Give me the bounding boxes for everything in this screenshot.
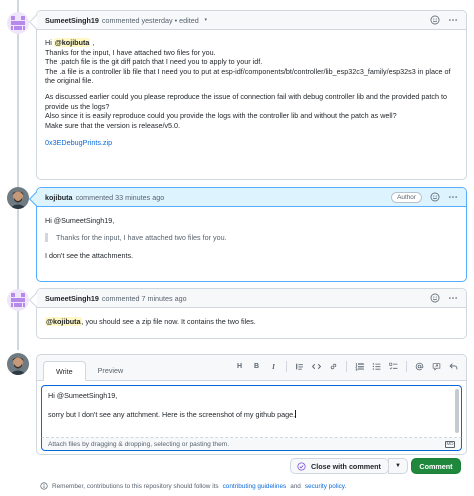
note-and: and xyxy=(290,482,301,490)
greeting-suffix: , xyxy=(92,38,95,47)
ordered-list-icon[interactable] xyxy=(355,361,364,372)
toolbar-divider xyxy=(286,361,287,372)
note-prefix: Remember, contributions to this reposito… xyxy=(52,482,219,490)
comment-textarea[interactable]: Hi @SumeetSingh19, sorry but I don't see… xyxy=(41,385,462,438)
bold-icon[interactable]: B xyxy=(252,361,261,372)
quote-block: Thanks for the input, I have attached tw… xyxy=(45,232,458,243)
comment-3: SumeetSingh19 commented 7 minutes ago @k… xyxy=(36,288,467,339)
kebab-horizontal-icon[interactable] xyxy=(448,293,458,303)
cross-reference-icon[interactable] xyxy=(432,361,441,372)
task-list-icon[interactable] xyxy=(389,361,398,372)
body-line: As discussed earlier could you please re… xyxy=(45,91,447,111)
info-icon xyxy=(40,482,48,490)
avatar-sumeetsingh19[interactable] xyxy=(7,289,29,311)
comment-1: SumeetSingh19 commented yesterday • edit… xyxy=(36,10,467,180)
comment-meta[interactable]: commented 33 minutes ago xyxy=(76,193,165,202)
attach-files-bar[interactable]: Attach files by dragging & dropping, sel… xyxy=(41,438,462,451)
comment-meta[interactable]: commented yesterday • edited xyxy=(102,16,199,25)
contributing-guidelines-link[interactable]: contributing guidelines xyxy=(223,483,287,490)
heading-icon[interactable]: H xyxy=(235,361,244,372)
smiley-icon[interactable] xyxy=(430,192,440,202)
comment-author[interactable]: SumeetSingh19 xyxy=(45,294,99,303)
user-photo-icon xyxy=(7,187,29,209)
comment-author[interactable]: kojibuta xyxy=(45,193,73,202)
text-caret xyxy=(295,410,297,419)
smiley-icon[interactable] xyxy=(430,15,440,25)
comment-button[interactable]: Comment xyxy=(411,458,461,474)
mention[interactable]: @kojibuta xyxy=(53,38,91,47)
body-line: Make sure that the version is release/v5… xyxy=(45,120,181,130)
note-suffix: . xyxy=(344,482,347,490)
body-text: I don't see the attachments. xyxy=(45,251,134,261)
quote-icon[interactable] xyxy=(295,361,304,372)
identicon-icon xyxy=(7,289,29,311)
body-line: The .a file is a controller lib file tha… xyxy=(45,66,451,86)
body-text: , you should see a zip file now. It cont… xyxy=(81,317,256,326)
body-line: Thanks for the input, I have attached tw… xyxy=(45,47,216,57)
security-policy-link[interactable]: security policy xyxy=(305,483,345,490)
markdown-toolbar: H B I xyxy=(235,361,458,372)
comment-2: kojibuta commented 33 minutes ago Author… xyxy=(36,187,467,282)
attach-hint: Attach files by dragging & dropping, sel… xyxy=(48,440,230,448)
comment-header: SumeetSingh19 commented 7 minutes ago xyxy=(37,289,466,308)
triangle-down-icon: ▼ xyxy=(395,463,401,469)
comment-body: @kojibuta, you should see a zip file now… xyxy=(37,308,466,338)
close-with-comment-button[interactable]: Close with comment xyxy=(290,458,389,474)
unordered-list-icon[interactable] xyxy=(372,361,381,372)
textarea-line: sorry but I don't see any attchment. Her… xyxy=(48,410,296,420)
close-with-comment-label: Close with comment xyxy=(311,461,381,471)
attachment-link[interactable]: 0x3EDebugPrints.zip xyxy=(45,138,112,147)
greeting-text: Hi xyxy=(45,38,52,47)
avatar-kojibuta[interactable] xyxy=(7,187,29,209)
comment-author[interactable]: SumeetSingh19 xyxy=(45,16,99,25)
author-badge: Author xyxy=(391,191,422,203)
body-line: The .patch file is the git diff patch th… xyxy=(45,57,263,67)
smiley-icon[interactable] xyxy=(430,293,440,303)
italic-icon[interactable]: I xyxy=(269,361,278,372)
comment-meta[interactable]: commented 7 minutes ago xyxy=(102,294,187,303)
toolbar-divider xyxy=(406,361,407,372)
comment-header: SumeetSingh19 commented yesterday • edit… xyxy=(37,11,466,30)
comment-editor: Write Preview H B I Hi @SumeetSingh19, s… xyxy=(36,354,467,455)
tab-write[interactable]: Write xyxy=(43,361,86,381)
body-line: Also since it is easily reproduce could … xyxy=(45,111,397,121)
link-icon[interactable] xyxy=(329,361,338,372)
reply-icon[interactable] xyxy=(449,361,458,372)
user-photo-icon xyxy=(7,353,29,375)
tab-preview[interactable]: Preview xyxy=(86,360,136,380)
mention[interactable]: @kojibuta xyxy=(45,317,82,326)
textarea-line: Hi @SumeetSingh19, xyxy=(48,391,118,400)
kebab-horizontal-icon[interactable] xyxy=(448,15,458,25)
editor-tabs: Write Preview H B I xyxy=(37,355,466,381)
mention-icon[interactable] xyxy=(415,361,424,372)
comment-body: Hi @kojibuta , Thanks for the input, I h… xyxy=(37,30,466,179)
greeting-text: Hi @SumeetSingh19, xyxy=(45,216,115,225)
kebab-horizontal-icon[interactable] xyxy=(448,192,458,202)
close-options-dropdown[interactable]: ▼ xyxy=(388,458,408,474)
markdown-icon[interactable]: MD xyxy=(445,440,455,448)
comment-body: Hi @SumeetSingh19, Thanks for the input,… xyxy=(37,207,466,281)
contribution-note: Remember, contributions to this reposito… xyxy=(40,482,346,490)
code-icon[interactable] xyxy=(312,361,321,372)
toolbar-divider xyxy=(346,361,347,372)
chevron-down-icon[interactable]: ▾ xyxy=(201,15,211,25)
identicon-icon xyxy=(7,12,29,34)
avatar-sumeetsingh19[interactable] xyxy=(7,12,29,34)
comment-header: kojibuta commented 33 minutes ago Author xyxy=(37,188,466,207)
issue-closed-icon xyxy=(297,461,306,471)
textarea-scrollbar[interactable] xyxy=(455,389,459,433)
avatar-current-user[interactable] xyxy=(7,353,29,375)
